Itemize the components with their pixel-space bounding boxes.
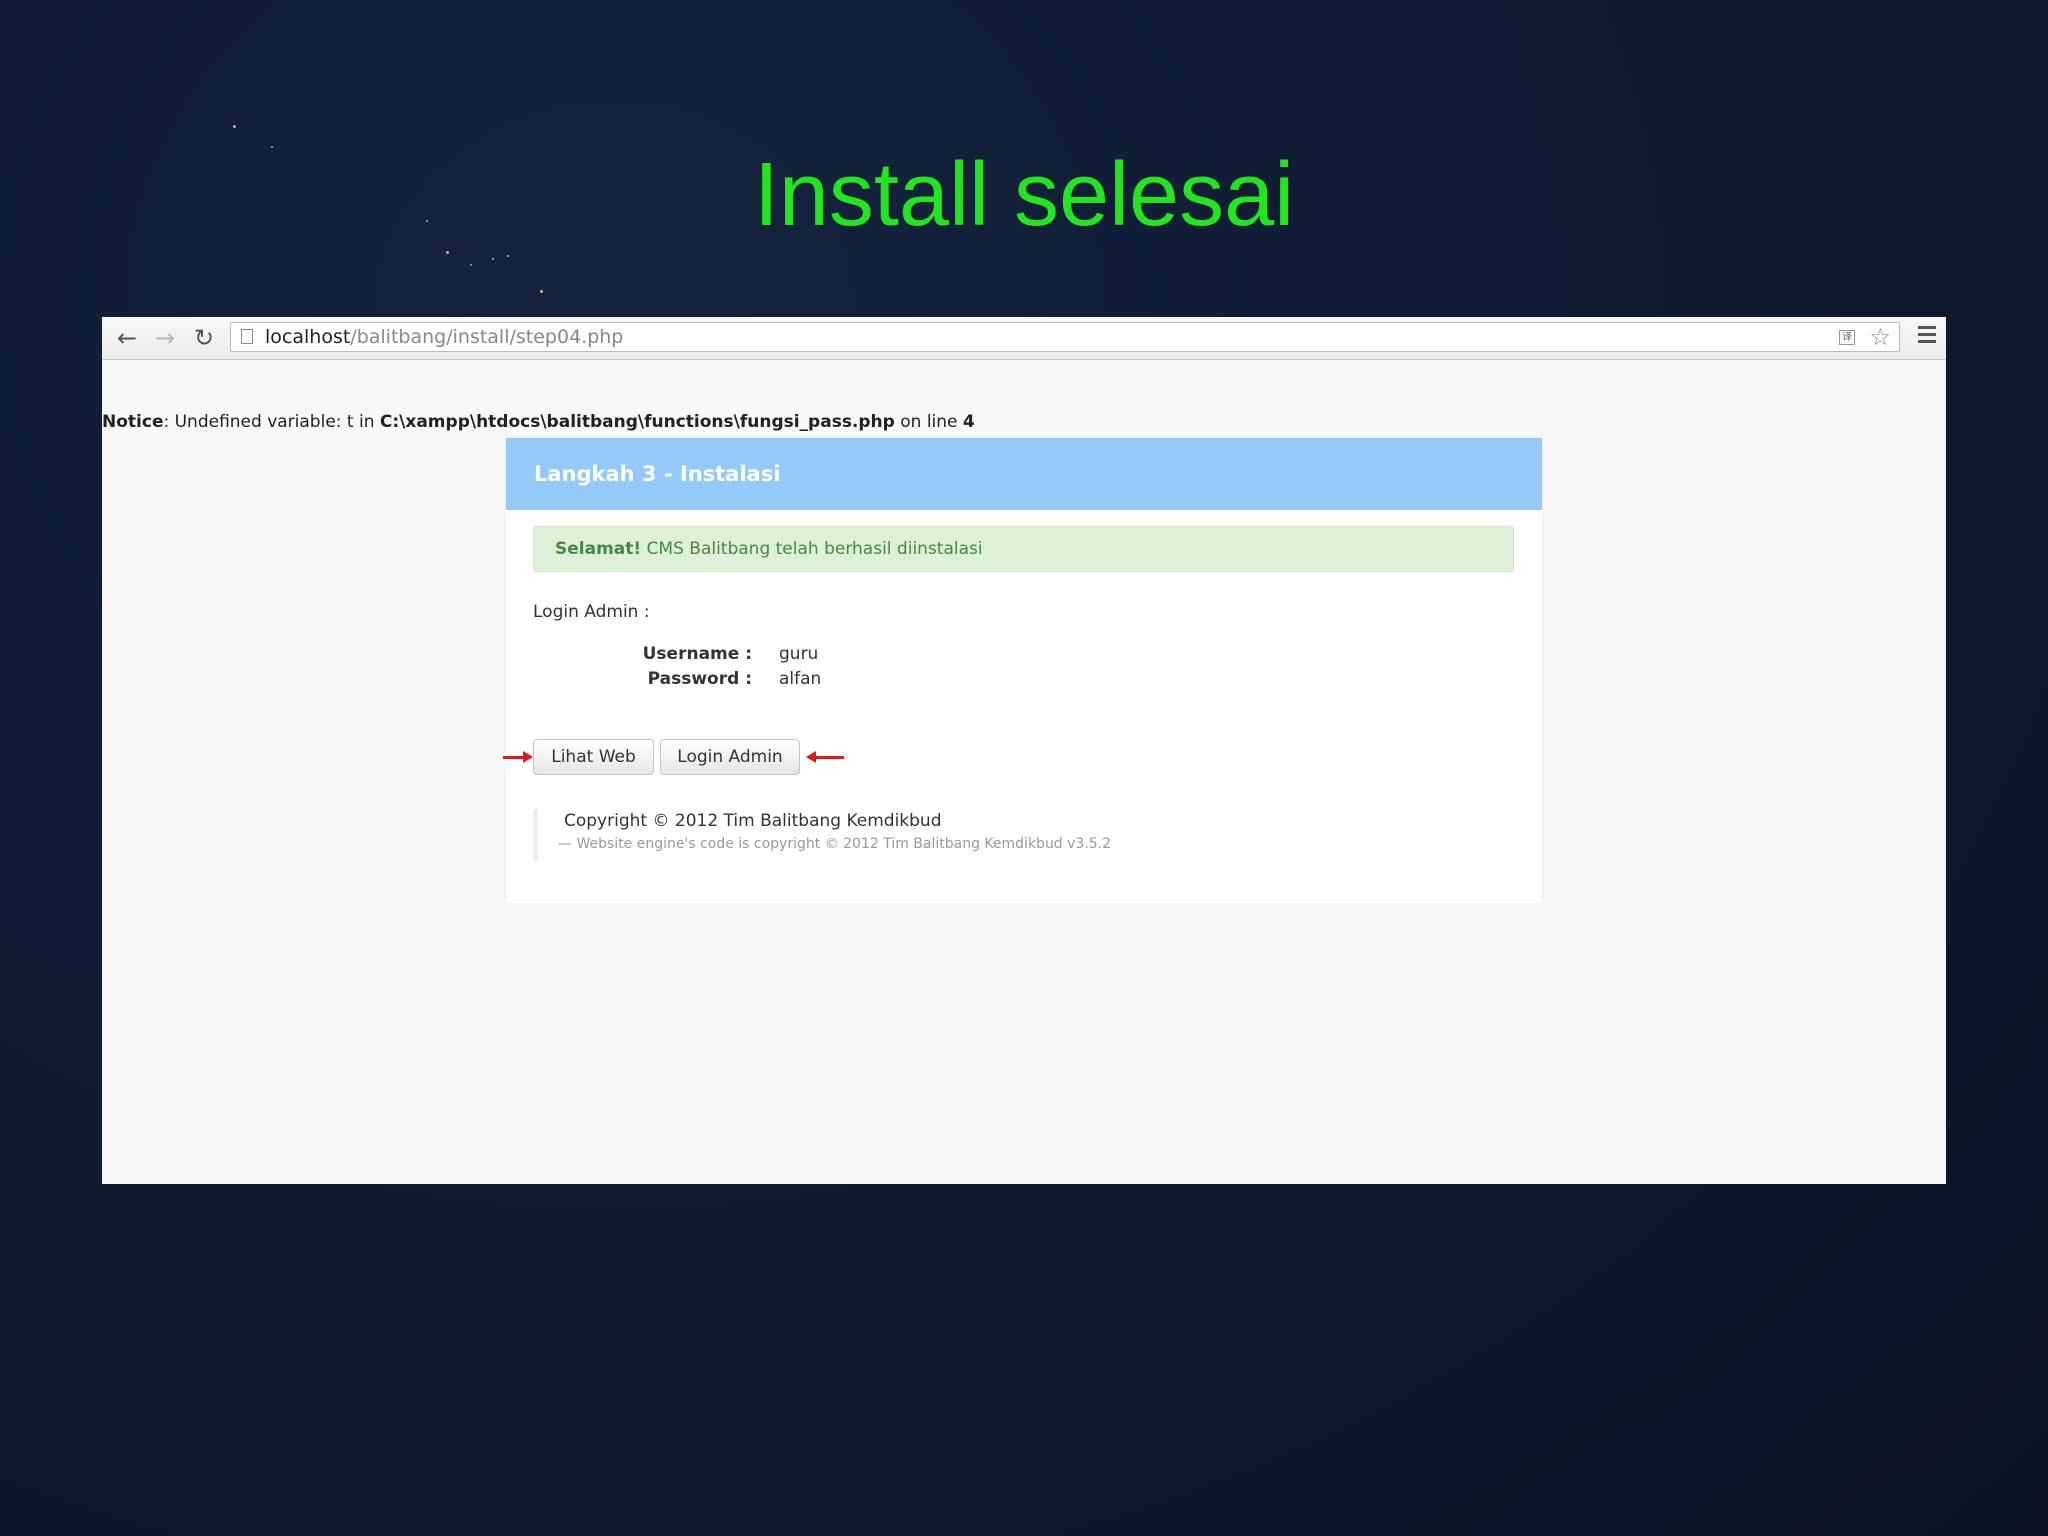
star-decoration: [446, 251, 449, 254]
url-host: localhost: [265, 326, 351, 348]
password-value: alfan: [779, 669, 822, 689]
back-arrow-icon[interactable]: ←: [112, 323, 142, 353]
star-decoration: [540, 290, 543, 293]
hamburger-menu-icon[interactable]: [1918, 326, 1936, 347]
notice-label: Notice: [102, 412, 164, 432]
star-decoration: [507, 255, 509, 257]
browser-window: ← → ↻ localhost/balitbang/install/step04…: [102, 317, 1946, 1184]
address-bar[interactable]: localhost/balitbang/install/step04.php 译…: [230, 322, 1900, 352]
success-alert: Selamat! CMS Balitbang telah berhasil di…: [533, 526, 1514, 572]
url-path: /balitbang/install/step04.php: [350, 326, 624, 348]
page-icon: [241, 329, 253, 344]
install-panel: Langkah 3 - Instalasi Selamat! CMS Balit…: [503, 438, 1542, 903]
notice-message: : Undefined variable: t in: [163, 412, 380, 432]
translate-icon[interactable]: 译: [1839, 330, 1855, 345]
php-notice: Notice: Undefined variable: t in C:\xamp…: [102, 412, 975, 432]
notice-line-number: 4: [962, 412, 975, 432]
reload-icon[interactable]: ↻: [189, 323, 219, 353]
view-web-button[interactable]: Lihat Web: [533, 739, 654, 775]
notice-path: C:\xampp\htdocs\balitbang\functions\fung…: [379, 412, 895, 432]
red-arrow-left-annotation: [806, 751, 844, 763]
alert-text: CMS Balitbang telah berhasil diinstalasi: [641, 539, 983, 559]
red-arrow-right-annotation: [503, 751, 533, 763]
notice-on-line: on line: [894, 412, 963, 432]
slide-title: Install selesai: [753, 145, 1295, 245]
password-label: Password :: [647, 669, 752, 689]
address-url: localhost/balitbang/install/step04.php: [265, 323, 623, 351]
star-decoration: [470, 264, 472, 266]
star-icon[interactable]: ☆: [1869, 323, 1891, 351]
login-admin-label: Login Admin :: [533, 602, 650, 622]
username-value: guru: [779, 644, 819, 664]
forward-arrow-icon[interactable]: →: [150, 323, 180, 353]
star-decoration: [492, 258, 494, 260]
login-admin-button[interactable]: Login Admin: [660, 739, 800, 775]
footer-blockquote: Copyright © 2012 Tim Balitbang Kemdikbud…: [533, 809, 1111, 861]
browser-toolbar: ← → ↻ localhost/balitbang/install/step04…: [102, 317, 1946, 360]
star-decoration: [233, 125, 236, 128]
username-label: Username :: [642, 644, 752, 664]
alert-strong: Selamat!: [555, 539, 642, 559]
footer-engine-credit: — Website engine's code is copyright © 2…: [558, 836, 1112, 852]
panel-header: Langkah 3 - Instalasi: [506, 438, 1542, 510]
footer-copyright: Copyright © 2012 Tim Balitbang Kemdikbud: [564, 811, 942, 831]
